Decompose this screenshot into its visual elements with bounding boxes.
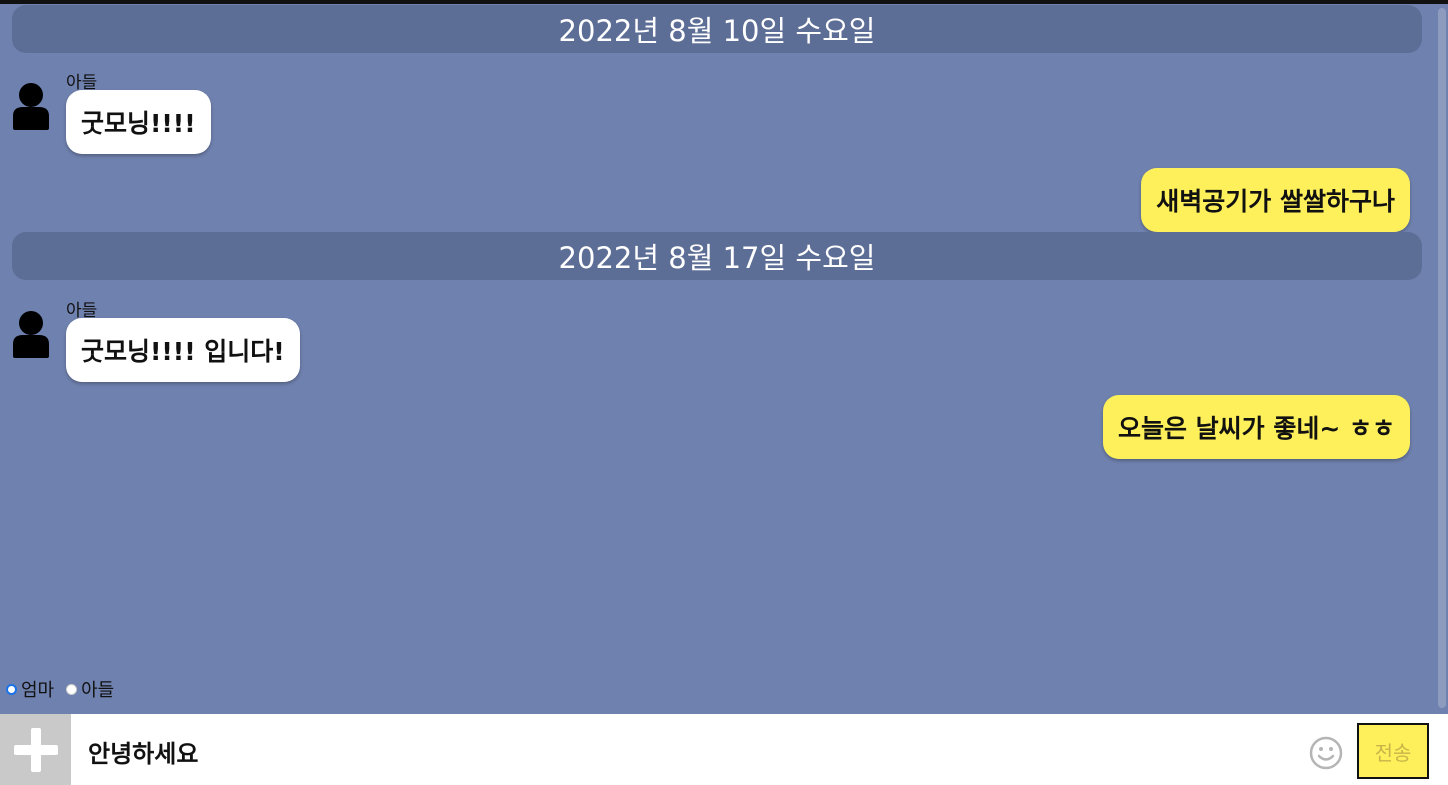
- outgoing-message-bubble[interactable]: 오늘은 날씨가 좋네~ ㅎㅎ: [1102, 395, 1410, 459]
- scrollbar-thumb[interactable]: [1438, 8, 1446, 708]
- message-text: 오늘은 날씨가 좋네~ ㅎㅎ: [1117, 414, 1395, 443]
- incoming-message-bubble[interactable]: 굿모닝!!!! 입니다!: [66, 318, 300, 382]
- avatar-icon: [13, 83, 49, 130]
- role-radio-mom[interactable]: [6, 683, 17, 695]
- outgoing-message-bubble[interactable]: 새벽공기가 쌀쌀하구나: [1141, 168, 1410, 232]
- date-label: 2022년 8월 10일 수요일: [558, 14, 876, 48]
- incoming-message-bubble[interactable]: 굿모닝!!!!: [66, 90, 211, 154]
- role-label-son[interactable]: 아들: [81, 676, 114, 702]
- message-text: 새벽공기가 쌀쌀하구나: [1156, 187, 1395, 216]
- message-composer: 전송: [0, 714, 1448, 785]
- message-text: 굿모닝!!!! 입니다!: [81, 337, 285, 366]
- smiley-icon[interactable]: [1309, 736, 1343, 770]
- send-button[interactable]: 전송: [1357, 723, 1429, 779]
- message-text: 굿모닝!!!!: [81, 109, 196, 138]
- avatar-icon: [13, 311, 49, 358]
- role-label-mom[interactable]: 엄마: [21, 676, 54, 702]
- plus-icon: [13, 727, 58, 772]
- date-label: 2022년 8월 17일 수요일: [558, 241, 876, 275]
- role-radio-son[interactable]: [66, 683, 78, 695]
- chat-message-area: 2022년 8월 10일 수요일 아들 굿모닝!!!! 새벽공기가 쌀쌀하구나 …: [0, 4, 1436, 710]
- date-banner: 2022년 8월 10일 수요일: [12, 5, 1422, 53]
- message-input[interactable]: [86, 724, 1290, 778]
- role-selector: 엄마 아들: [6, 676, 126, 702]
- attach-button[interactable]: [0, 714, 71, 785]
- date-banner: 2022년 8월 17일 수요일: [12, 232, 1422, 280]
